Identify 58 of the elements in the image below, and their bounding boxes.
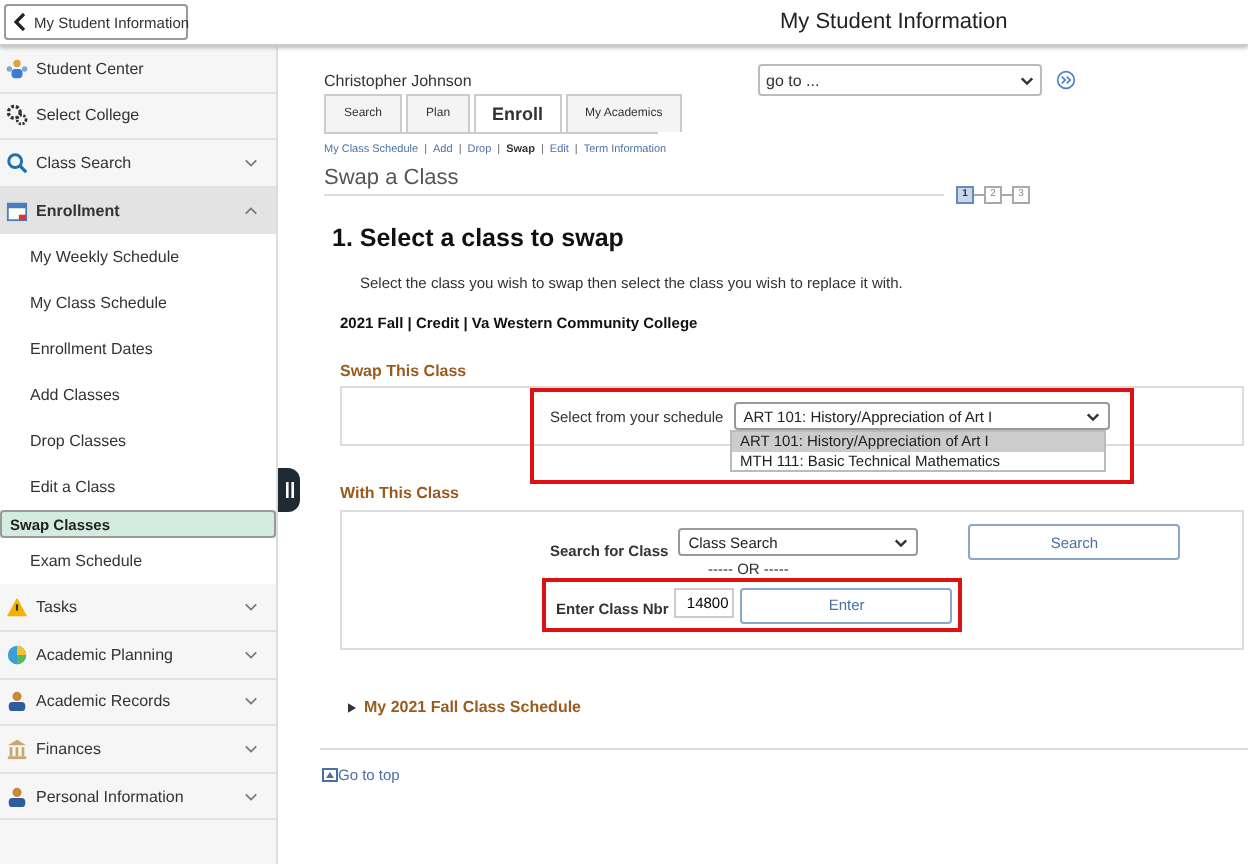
sidebar-subitem[interactable]: Drop Classes xyxy=(0,418,276,465)
warning-icon xyxy=(6,596,28,619)
sidebar-label: Select College xyxy=(36,106,142,125)
person-icon xyxy=(6,690,28,713)
dropdown-icon xyxy=(894,537,909,547)
sidebar-subitem[interactable]: My Weekly Schedule xyxy=(0,234,276,281)
sidebar-label: Personal Information xyxy=(36,787,186,806)
collapse-handle[interactable] xyxy=(278,468,300,512)
sidebar-subitem[interactable]: Add Classes xyxy=(0,372,276,419)
pie-icon xyxy=(6,643,28,666)
sidebar-subitem[interactable]: My Class Schedule xyxy=(0,280,276,327)
search-icon xyxy=(6,151,28,174)
person-icon xyxy=(6,785,28,808)
sidebar-item[interactable]: Tasks xyxy=(0,584,276,632)
people-icon xyxy=(6,57,28,80)
sidebar-label: Academic Records xyxy=(36,692,173,711)
sidebar-subitem[interactable]: Exam Schedule xyxy=(0,538,276,585)
sidebar-item[interactable]: Academic Planning xyxy=(0,631,276,680)
gear-icon xyxy=(6,104,28,127)
chevron-icon xyxy=(244,157,258,168)
section-title: With This Class xyxy=(340,484,461,502)
dropdown-icon xyxy=(1085,411,1100,421)
sidebar-item[interactable]: Personal Information xyxy=(0,773,276,821)
sidebar-item[interactable]: Academic Records xyxy=(0,679,276,727)
section-heading: 1. Select a class to swap xyxy=(332,224,626,252)
tab[interactable]: Enroll xyxy=(474,94,562,132)
sidebar-item[interactable]: Select College xyxy=(0,93,276,141)
sidebar-label: Tasks xyxy=(36,598,79,617)
section-title: Swap This Class xyxy=(340,362,469,380)
bank-icon xyxy=(6,737,28,760)
sidebar-label: Finances xyxy=(36,739,103,758)
student-name: Christopher Johnson xyxy=(324,71,474,89)
dropdown-icon xyxy=(1020,75,1034,85)
sidebar-subitem[interactable]: Enrollment Dates xyxy=(0,326,276,373)
chevron-icon xyxy=(244,791,258,802)
sidebar-item[interactable]: Finances xyxy=(0,726,276,774)
chevron-icon xyxy=(244,696,258,707)
sidebar-label: Enrollment xyxy=(36,201,122,220)
pause-icon xyxy=(285,482,293,498)
sidebar-item[interactable]: Student Center xyxy=(0,46,276,94)
sidebar-label: Student Center xyxy=(36,59,146,78)
sidebar-item[interactable]: Enrollment xyxy=(0,187,276,235)
sidebar-subitem[interactable]: Edit a Class xyxy=(0,464,276,511)
sidebar-label: Class Search xyxy=(36,153,134,172)
calendar-icon xyxy=(6,199,28,222)
top-icon xyxy=(322,768,338,782)
sidebar-label: Academic Planning xyxy=(36,645,175,664)
schedule-toggle[interactable]: My 2021 Fall Class Schedule xyxy=(348,698,581,716)
goto-select[interactable]: go to ... xyxy=(758,64,1042,96)
back-icon xyxy=(14,12,26,32)
chevron-icon xyxy=(244,602,258,613)
expand-icon xyxy=(348,701,356,713)
chevron-icon xyxy=(244,205,258,216)
go-icon[interactable] xyxy=(1056,70,1076,90)
chevron-icon xyxy=(244,743,258,754)
page-header-title: My Student Information xyxy=(780,10,1008,34)
chevron-icon xyxy=(244,649,258,660)
page-title: Swap a Class xyxy=(324,166,944,196)
